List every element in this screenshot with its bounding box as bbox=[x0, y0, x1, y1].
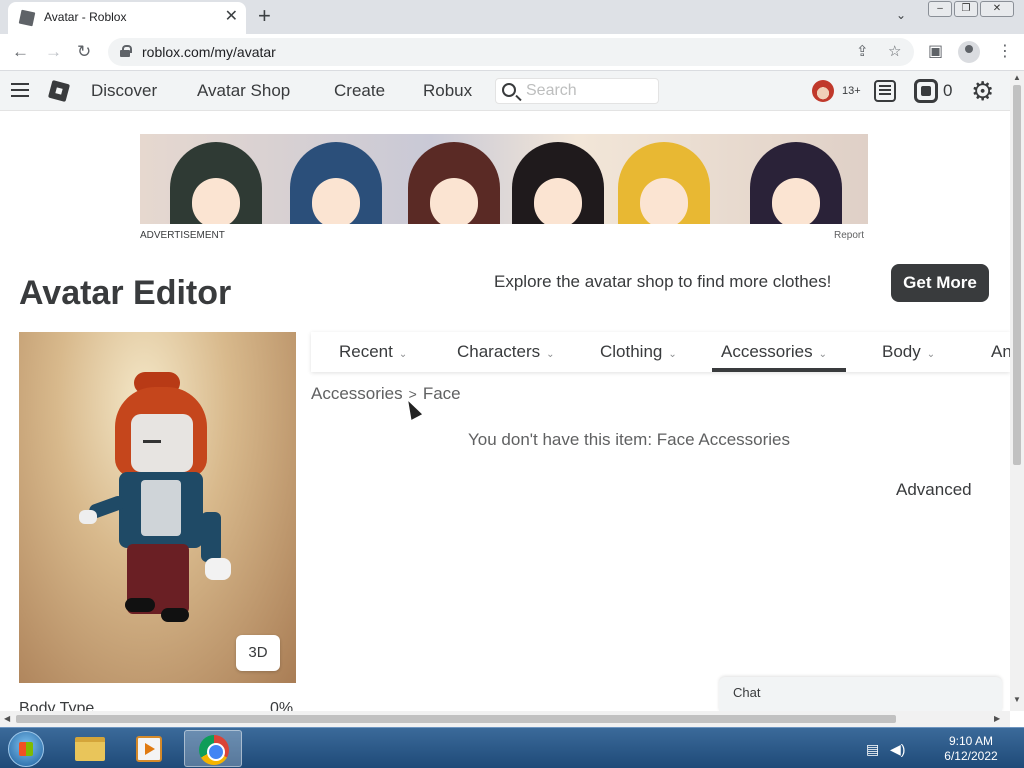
advertisement-banner[interactable] bbox=[140, 134, 868, 224]
omnibox[interactable]: roblox.com/my/avatar ⇪ ☆ bbox=[108, 38, 914, 66]
empty-state-message: You don't have this item: Face Accessori… bbox=[468, 430, 791, 449]
scroll-left-icon[interactable]: ◀ bbox=[4, 714, 10, 723]
avatar-preview[interactable] bbox=[19, 332, 296, 683]
tab-clothing[interactable]: Clothing ⌄ bbox=[600, 342, 677, 362]
selected-tab-indicator bbox=[712, 368, 846, 372]
ad-character-image bbox=[512, 142, 604, 224]
profile-avatar-icon[interactable] bbox=[958, 41, 980, 63]
restore-button[interactable]: ❐ bbox=[954, 1, 978, 17]
advanced-link[interactable]: Advanced bbox=[896, 480, 972, 500]
clock-time: 9:10 AM bbox=[948, 734, 994, 748]
ad-character-image bbox=[750, 142, 842, 224]
nav-discover[interactable]: Discover bbox=[91, 81, 157, 101]
tab-accessories[interactable]: Accessories ⌄ bbox=[721, 342, 827, 362]
explore-text: Explore the avatar shop to find more clo… bbox=[494, 272, 832, 291]
tab-animations[interactable]: An bbox=[991, 342, 1010, 362]
vertical-scrollbar[interactable]: ▲ ▼ bbox=[1010, 71, 1024, 711]
roblox-header: Discover Avatar Shop Create Robux 13+ 0 … bbox=[0, 71, 1010, 111]
bookmark-star-icon[interactable]: ☆ bbox=[888, 42, 901, 60]
chrome-icon bbox=[199, 735, 229, 765]
clock-date: 6/12/2022 bbox=[944, 749, 998, 763]
user-avatar-icon[interactable] bbox=[812, 80, 834, 102]
tab-recent[interactable]: Recent ⌄ bbox=[339, 342, 407, 362]
tab-title: Avatar - Roblox bbox=[44, 10, 127, 24]
forward-arrow-icon[interactable]: → bbox=[45, 42, 62, 62]
breadcrumb-parent[interactable]: Accessories bbox=[311, 384, 403, 403]
breadcrumb: Accessories > Face bbox=[311, 384, 461, 404]
search-input[interactable] bbox=[526, 81, 652, 101]
report-link[interactable]: Report bbox=[834, 230, 864, 241]
search-icon bbox=[502, 83, 516, 97]
taskbar-clock[interactable]: 9:10 AM 6/12/2022 bbox=[940, 734, 1002, 764]
start-button[interactable] bbox=[8, 731, 44, 767]
nav-avatar-shop[interactable]: Avatar Shop bbox=[197, 81, 290, 101]
age-badge: 13+ bbox=[842, 85, 861, 97]
chat-label: Chat bbox=[733, 685, 761, 700]
taskbar: ▤ ◀) 9:10 AM 6/12/2022 bbox=[0, 727, 1024, 768]
chevron-down-icon[interactable]: ⌄ bbox=[896, 8, 906, 22]
page-title: Avatar Editor bbox=[19, 274, 232, 312]
network-icon[interactable]: ▤ bbox=[866, 741, 879, 758]
ad-character-image bbox=[170, 142, 262, 224]
chevron-down-icon: ⌄ bbox=[818, 349, 828, 360]
scroll-right-icon[interactable]: ▶ bbox=[994, 714, 1000, 723]
plus-icon[interactable]: + bbox=[258, 5, 271, 27]
vertical-scroll-thumb[interactable] bbox=[1013, 85, 1021, 465]
horizontal-scroll-thumb[interactable] bbox=[16, 715, 896, 723]
hamburger-menu-icon[interactable] bbox=[11, 83, 29, 97]
horizontal-scrollbar[interactable]: ◀ ▶ bbox=[0, 711, 1010, 727]
robux-count[interactable]: 0 bbox=[943, 81, 952, 101]
ad-character-image bbox=[290, 142, 382, 224]
back-arrow-icon[interactable]: ← bbox=[12, 42, 29, 62]
chat-panel[interactable]: Chat bbox=[719, 677, 1002, 711]
gear-icon[interactable]: ⚙ bbox=[971, 77, 994, 105]
lock-icon bbox=[120, 45, 132, 57]
browser-tab[interactable]: Avatar - Roblox ✕ bbox=[8, 2, 246, 34]
url-text[interactable]: roblox.com/my/avatar bbox=[142, 44, 276, 60]
share-icon[interactable]: ⇪ bbox=[856, 42, 869, 60]
roblox-logo-icon[interactable] bbox=[47, 79, 71, 103]
media-player-icon bbox=[136, 736, 162, 762]
tab-characters[interactable]: Characters ⌄ bbox=[457, 342, 555, 362]
roblox-favicon-icon bbox=[18, 9, 36, 27]
scroll-down-icon[interactable]: ▼ bbox=[1013, 695, 1021, 704]
kebab-menu-icon[interactable]: ⋮ bbox=[997, 42, 1013, 62]
window-close-button[interactable]: ✕ bbox=[980, 1, 1014, 17]
chevron-down-icon: ⌄ bbox=[398, 349, 408, 360]
breadcrumb-current: Face bbox=[422, 384, 461, 403]
search-box[interactable] bbox=[495, 78, 659, 104]
taskbar-explorer[interactable] bbox=[60, 730, 118, 767]
reload-icon[interactable]: ↻ bbox=[77, 42, 91, 62]
folder-icon bbox=[75, 737, 105, 761]
address-bar: ← → ↻ roblox.com/my/avatar ⇪ ☆ ▣ ⋮ bbox=[0, 34, 1024, 71]
robux-icon[interactable] bbox=[914, 79, 938, 103]
volume-icon[interactable]: ◀) bbox=[890, 741, 905, 758]
3d-toggle-button[interactable]: 3D bbox=[236, 635, 280, 671]
category-tabs: Recent ⌄ Characters ⌄ Clothing ⌄ Accessorie… bbox=[311, 332, 1010, 372]
taskbar-chrome[interactable] bbox=[184, 730, 242, 767]
nav-create[interactable]: Create bbox=[334, 81, 385, 101]
tab-body[interactable]: Body ⌄ bbox=[882, 342, 935, 362]
ad-character-image bbox=[408, 142, 500, 224]
side-panel-icon[interactable]: ▣ bbox=[928, 42, 943, 62]
close-tab-icon[interactable]: ✕ bbox=[225, 7, 238, 27]
ad-character-image bbox=[618, 142, 710, 224]
get-more-button[interactable]: Get More bbox=[891, 264, 989, 302]
scroll-up-icon[interactable]: ▲ bbox=[1013, 73, 1021, 82]
chevron-down-icon: ⌄ bbox=[668, 349, 677, 360]
nav-robux[interactable]: Robux bbox=[423, 81, 472, 101]
chevron-down-icon: ⌄ bbox=[546, 349, 555, 360]
browser-tab-strip: Avatar - Roblox ✕ + ⌄ – ❐ ✕ bbox=[0, 0, 1024, 34]
taskbar-media-player[interactable] bbox=[122, 730, 180, 767]
chevron-down-icon: ⌄ bbox=[926, 349, 936, 360]
catalog-list-icon[interactable] bbox=[874, 80, 896, 102]
advertisement-label: ADVERTISEMENT bbox=[140, 230, 225, 241]
minimize-button[interactable]: – bbox=[928, 1, 952, 17]
